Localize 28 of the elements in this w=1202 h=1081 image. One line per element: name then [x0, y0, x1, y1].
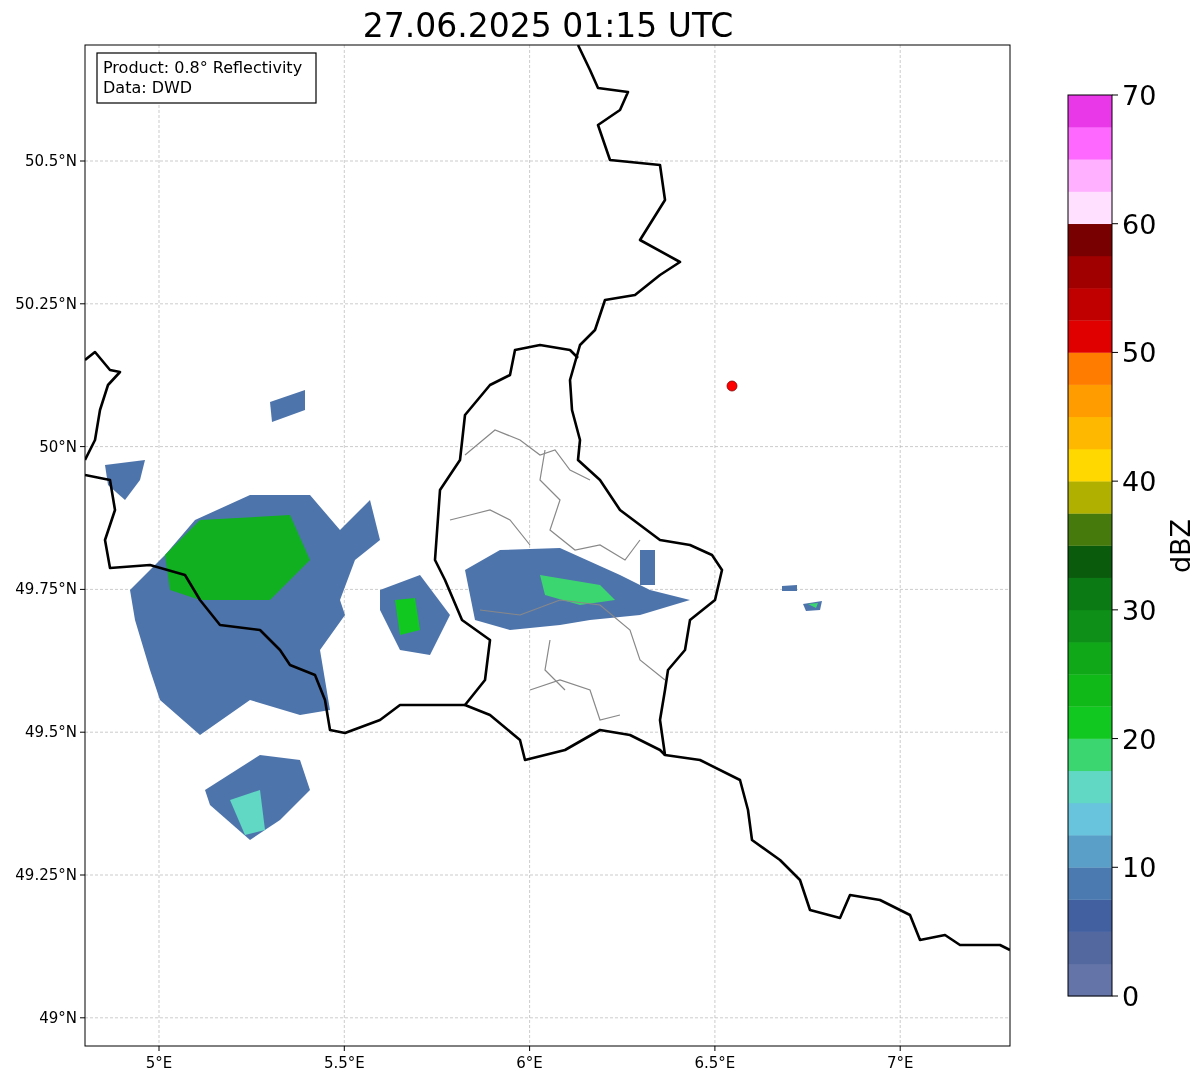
- info-text: Data: DWD: [103, 78, 193, 97]
- info-text: Product: 0.8° Reflectivity: [103, 58, 303, 77]
- colorbar-tick-label: 0: [1122, 981, 1140, 1012]
- colorbar-tick-label: 70: [1122, 80, 1157, 111]
- radar-echo: [782, 585, 797, 591]
- longitude-label: 6.5°E: [694, 1054, 736, 1072]
- latitude-label: 50°N: [39, 437, 77, 456]
- longitude-label: 7°E: [886, 1054, 914, 1072]
- latitude-label: 50.25°N: [15, 294, 77, 313]
- latitude-label: 49.25°N: [15, 866, 77, 884]
- colorbar-tick-label: 40: [1122, 466, 1157, 498]
- colorbar-tick-label: 50: [1122, 337, 1157, 369]
- latitude-label: 49.75°N: [15, 580, 77, 599]
- colorbar-tick-label: 30: [1122, 594, 1157, 626]
- colorbar-tick-label: 60: [1122, 208, 1157, 240]
- colorbar-tick-label: 10: [1122, 852, 1157, 884]
- radar-site-marker: [726, 380, 738, 392]
- chart-title: 27.06.2025 01:15 UTC: [362, 6, 734, 45]
- longitude-label: 5.5°E: [323, 1054, 365, 1072]
- radar-echo: [803, 601, 822, 611]
- radar-echo: [270, 390, 305, 422]
- longitude-label: 5°E: [145, 1054, 173, 1072]
- latitude-label: 49°N: [39, 1008, 77, 1027]
- colorbar-label: dBZ: [1165, 518, 1196, 574]
- longitude-label: 6°E: [516, 1054, 543, 1072]
- latitude-label: 49.5°N: [24, 723, 77, 742]
- colorbar-tick-label: 20: [1122, 723, 1157, 755]
- latitude-label: 50.5°N: [24, 152, 77, 170]
